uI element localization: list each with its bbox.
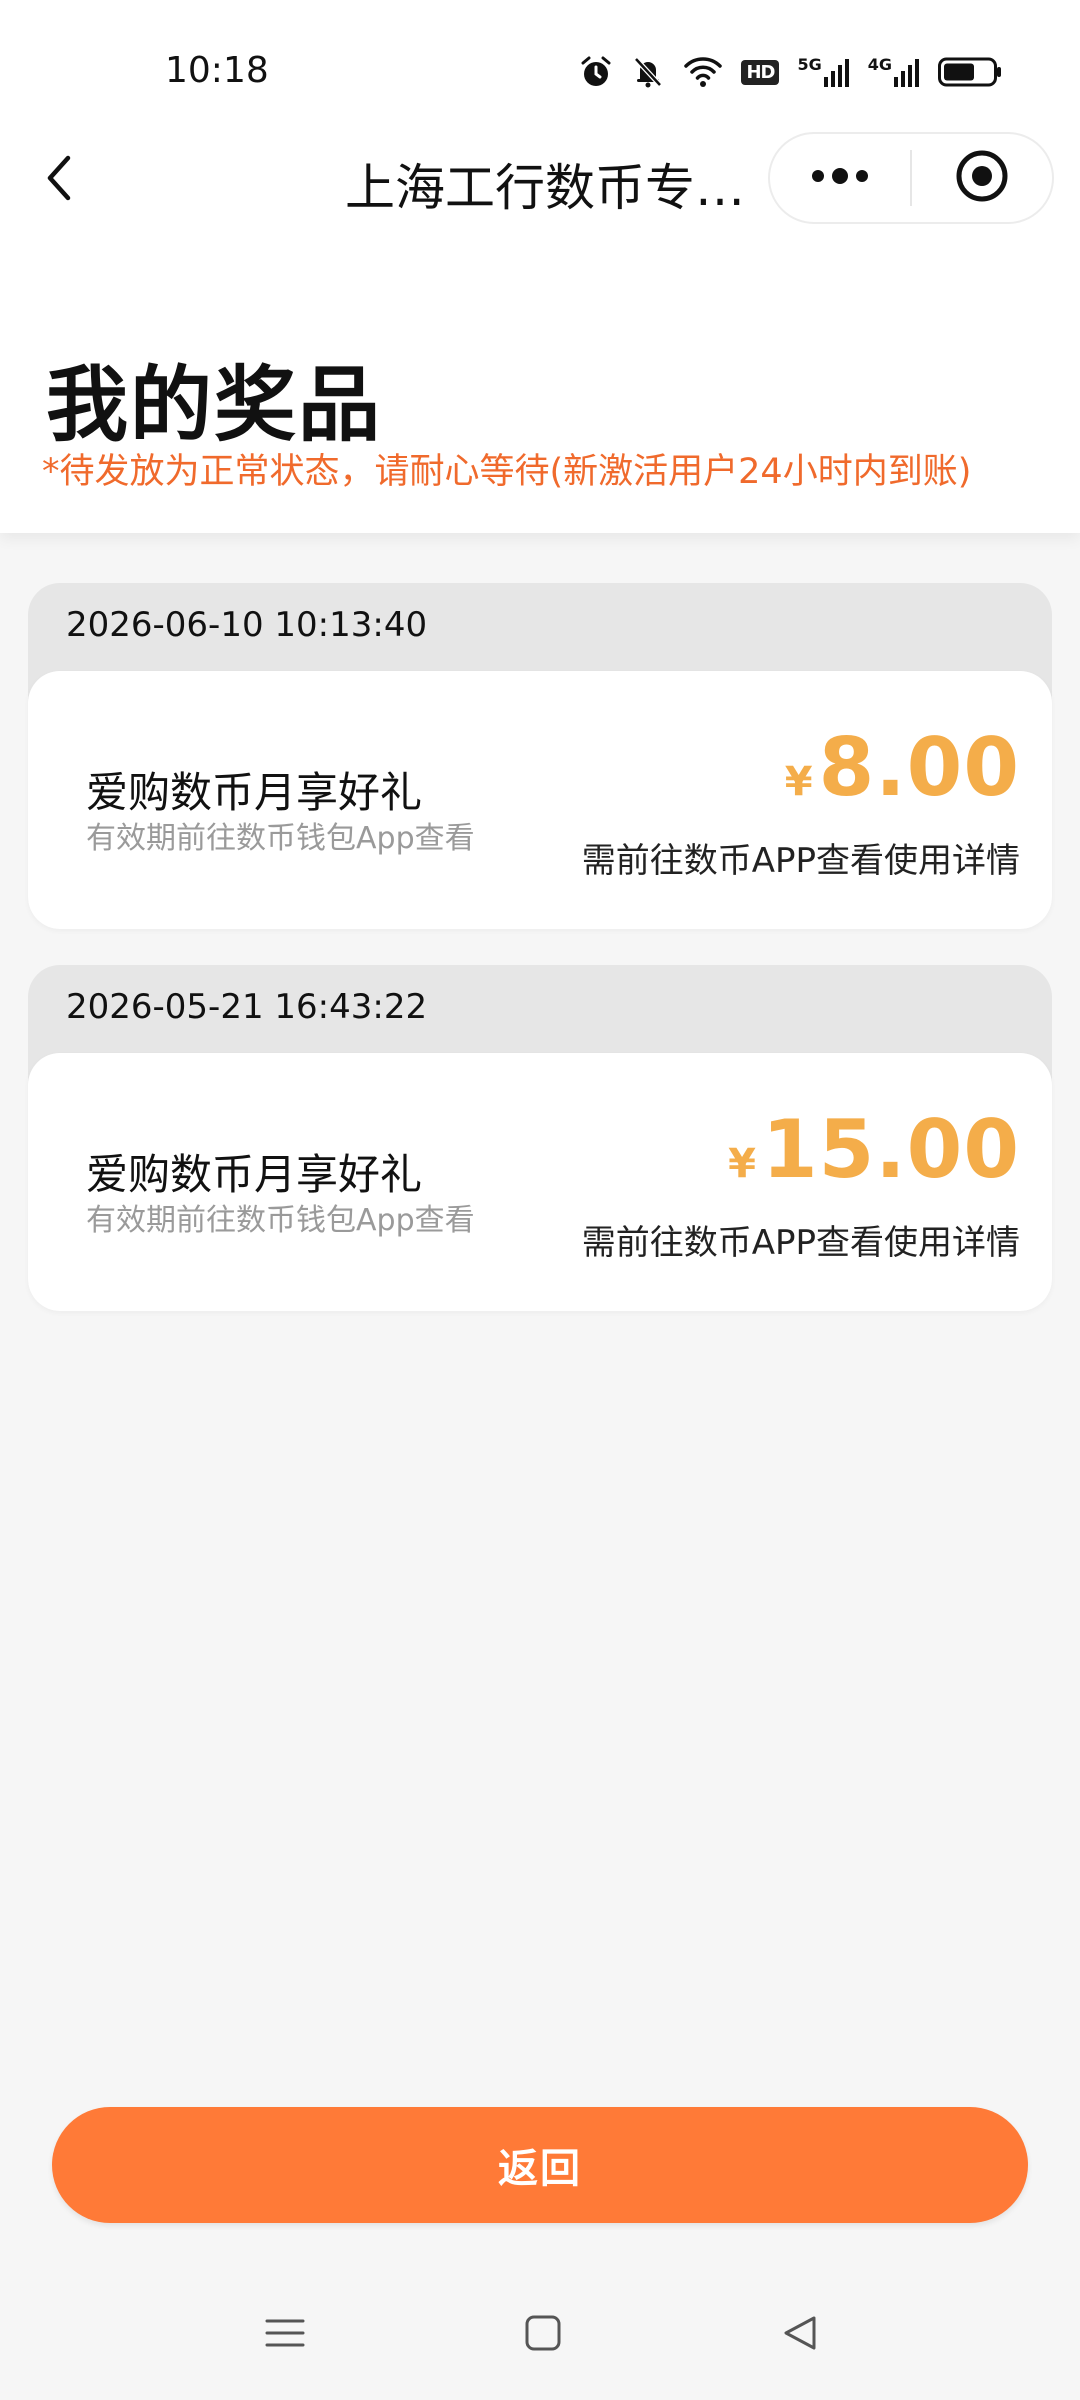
system-nav-bar (0, 2290, 1080, 2380)
signal-4g-icon: 4G (868, 57, 920, 87)
prize-amount: ¥ 15.00 (728, 1103, 1020, 1196)
back-button[interactable] (30, 150, 90, 210)
wifi-icon (683, 56, 723, 88)
return-button[interactable]: 返回 (52, 2107, 1028, 2223)
battery-icon (938, 57, 1002, 87)
more-dots-icon (808, 166, 872, 190)
prize-name: 爱购数币月享好礼 (86, 1150, 423, 1199)
prize-name: 爱购数币月享好礼 (86, 768, 423, 817)
net-5g-label: 5G (797, 55, 822, 74)
prize-card: 2026-06-10 10:13:40 爱购数币月享好礼 有效期前往数币钱包Ap… (28, 583, 1052, 929)
nav-bar: 上海工行数币专… (0, 130, 1080, 230)
status-icons: HD 5G 4G (579, 52, 1002, 92)
prize-card: 2026-05-21 16:43:22 爱购数币月享好礼 有效期前往数币钱包Ap… (28, 965, 1052, 1311)
prize-amount: ¥ 8.00 (785, 721, 1020, 814)
prize-hint: 需前往数币APP查看使用详情 (581, 841, 1020, 881)
status-bar: 10:18 HD 5G 4G (0, 0, 1080, 130)
net-4g-label: 4G (867, 55, 892, 74)
amount-value: 8.00 (818, 721, 1020, 814)
status-time: 10:18 (165, 50, 269, 91)
prize-date: 2026-05-21 16:43:22 (66, 987, 428, 1027)
prize-subtitle: 有效期前往数币钱包App查看 (86, 821, 475, 856)
recent-apps-button[interactable] (250, 2300, 320, 2370)
target-close-icon (954, 148, 1010, 208)
currency-symbol: ¥ (728, 1141, 756, 1187)
more-button[interactable] (770, 134, 910, 222)
pending-notice: *待发放为正常状态，请耐心等待(新激活用户24小时内到账) (42, 452, 972, 492)
close-mini-program-button[interactable] (912, 134, 1052, 222)
mute-icon (631, 55, 665, 89)
prize-card-body[interactable]: 爱购数币月享好礼 有效期前往数币钱包App查看 ¥ 15.00 需前往数币APP… (28, 1053, 1052, 1311)
system-back-button[interactable] (765, 2300, 835, 2370)
page-title: 我的奖品 (46, 358, 383, 453)
prize-subtitle: 有效期前往数币钱包App查看 (86, 1203, 475, 1238)
amount-value: 15.00 (761, 1103, 1020, 1196)
prize-date: 2026-06-10 10:13:40 (66, 605, 428, 645)
hd-icon: HD (741, 59, 780, 85)
signal-5g-icon: 5G (797, 57, 849, 87)
home-button[interactable] (508, 2300, 578, 2370)
page-nav-title: 上海工行数币专… (345, 159, 745, 217)
home-square-icon (523, 2313, 563, 2357)
chevron-left-icon (40, 152, 80, 208)
currency-symbol: ¥ (784, 759, 813, 805)
menu-icon (265, 2313, 305, 2357)
prize-hint: 需前往数币APP查看使用详情 (581, 1223, 1020, 1263)
alarm-icon (579, 55, 613, 89)
prize-card-body[interactable]: 爱购数币月享好礼 有效期前往数币钱包App查看 ¥ 8.00 需前往数币APP查… (28, 671, 1052, 929)
back-triangle-icon (780, 2313, 820, 2357)
mini-program-capsule (768, 132, 1054, 224)
